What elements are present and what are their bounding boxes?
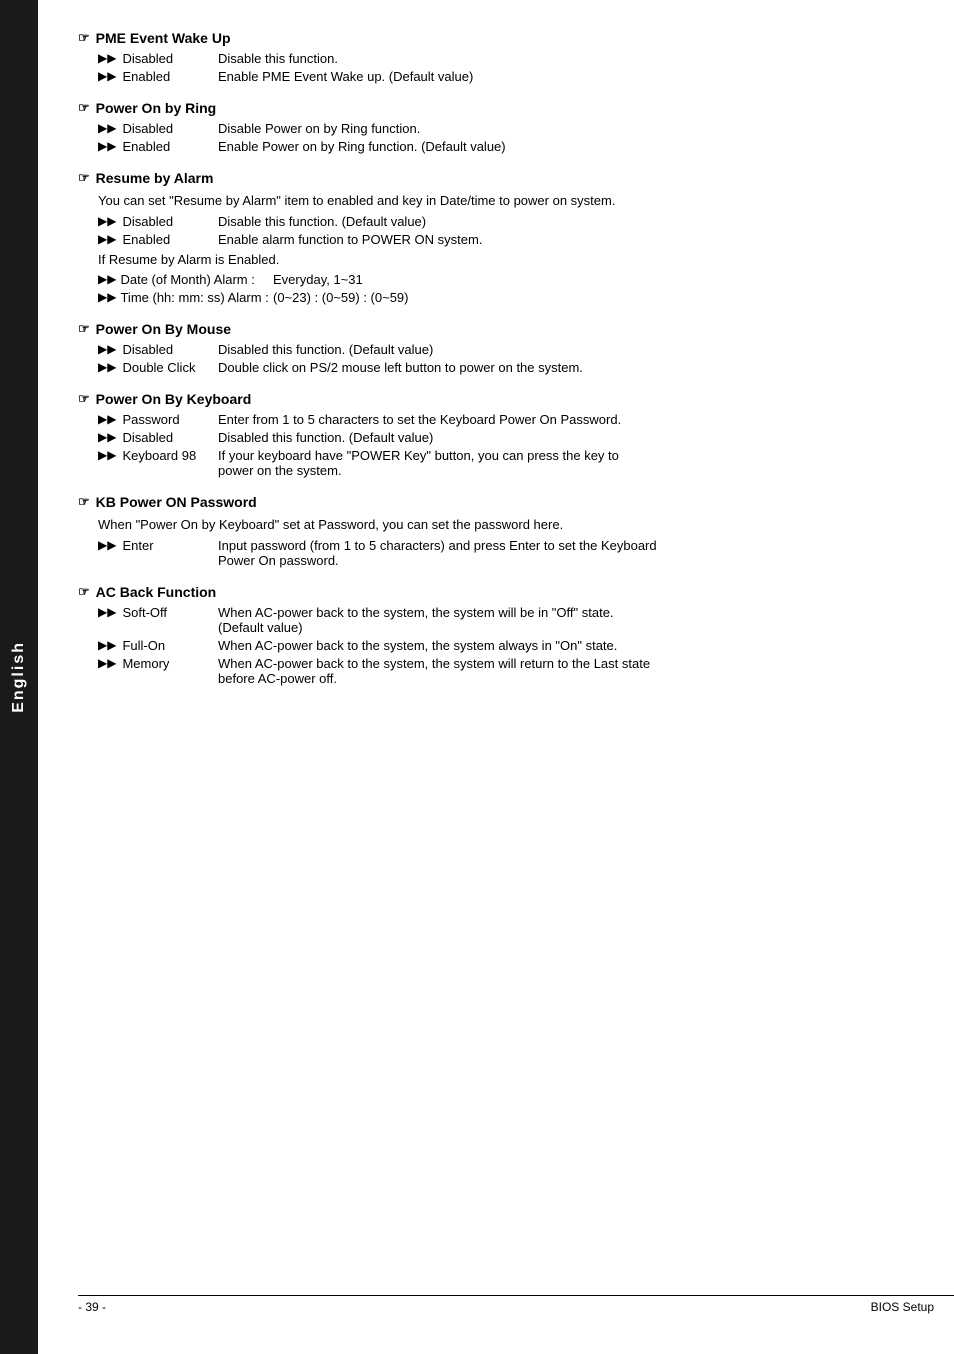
item-keyboard-disabled: ▶▶ Disabled Disabled this function. (Def… [78,430,914,445]
item-label-kb-enter: ▶▶ Enter [98,538,218,553]
section-kb-power-on-password: ☞ KB Power ON Password When "Power On by… [78,494,914,568]
cursor-icon-kb-password: ☞ [78,494,90,510]
item-mouse-disabled: ▶▶ Disabled Disabled this function. (Def… [78,342,914,357]
item-keyboard-password: ▶▶ Password Enter from 1 to 5 characters… [78,412,914,427]
item-kb-enter: ▶▶ Enter Input password (from 1 to 5 cha… [78,538,914,568]
section-title-ac-back: ☞ AC Back Function [78,584,914,600]
main-content: ☞ PME Event Wake Up ▶▶ Disabled Disable … [38,0,954,1354]
item-keyboard-98: ▶▶ Keyboard 98 If your keyboard have "PO… [78,448,914,478]
item-label-pme-enabled: ▶▶ Enabled [98,69,218,84]
section-title-text-alarm: Resume by Alarm [96,170,214,186]
footer-label: BIOS Setup [871,1300,954,1314]
cursor-icon-alarm: ☞ [78,170,90,186]
item-label-ac-memory: ▶▶ Memory [98,656,218,671]
section-title-text-mouse: Power On By Mouse [96,321,231,337]
item-alarm-enabled: ▶▶ Enabled Enable alarm function to POWE… [78,232,914,247]
cursor-icon-keyboard: ☞ [78,391,90,407]
item-desc-mouse-dblclick: Double click on PS/2 mouse left button t… [218,360,914,375]
section-title-alarm: ☞ Resume by Alarm [78,170,914,186]
section-title-kb-password: ☞ KB Power ON Password [78,494,914,510]
item-ac-soft-off: ▶▶ Soft-Off When AC-power back to the sy… [78,605,914,635]
item-ring-disabled: ▶▶ Disabled Disable Power on by Ring fun… [78,121,914,136]
item-ac-memory: ▶▶ Memory When AC-power back to the syst… [78,656,914,686]
item-label-alarm-time: ▶▶ Time (hh: mm: ss) Alarm : [98,290,273,305]
footer: - 39 - BIOS Setup [78,1295,954,1314]
section-title-text-ring: Power On by Ring [96,100,217,116]
alarm-note-2: If Resume by Alarm is Enabled. [78,250,914,270]
section-title-text-pme: PME Event Wake Up [96,30,231,46]
section-title-pme: ☞ PME Event Wake Up [78,30,914,46]
alarm-note-1: You can set "Resume by Alarm" item to en… [78,191,914,211]
section-resume-by-alarm: ☞ Resume by Alarm You can set "Resume by… [78,170,914,305]
section-title-text-keyboard: Power On By Keyboard [96,391,252,407]
item-desc-ring-enabled: Enable Power on by Ring function. (Defau… [218,139,914,154]
item-desc-alarm-disabled: Disable this function. (Default value) [218,214,914,229]
item-label-keyboard-disabled: ▶▶ Disabled [98,430,218,445]
section-ac-back-function: ☞ AC Back Function ▶▶ Soft-Off When AC-p… [78,584,914,686]
item-pme-enabled: ▶▶ Enabled Enable PME Event Wake up. (De… [78,69,914,84]
item-desc-alarm-enabled: Enable alarm function to POWER ON system… [218,232,914,247]
cursor-icon-ring: ☞ [78,100,90,116]
item-label-alarm-disabled: ▶▶ Disabled [98,214,218,229]
item-desc-mouse-disabled: Disabled this function. (Default value) [218,342,914,357]
item-desc-ring-disabled: Disable Power on by Ring function. [218,121,914,136]
section-title-keyboard: ☞ Power On By Keyboard [78,391,914,407]
cursor-icon-pme: ☞ [78,30,90,46]
item-label-ac-soft-off: ▶▶ Soft-Off [98,605,218,620]
item-label-mouse-dblclick: ▶▶ Double Click [98,360,218,375]
item-alarm-date: ▶▶ Date (of Month) Alarm : Everyday, 1~3… [78,272,914,287]
section-pme-event-wake-up: ☞ PME Event Wake Up ▶▶ Disabled Disable … [78,30,914,84]
item-mouse-dblclick: ▶▶ Double Click Double click on PS/2 mou… [78,360,914,375]
section-title-ring: ☞ Power On by Ring [78,100,914,116]
footer-page: - 39 - [78,1300,106,1314]
item-desc-kb-enter: Input password (from 1 to 5 characters) … [218,538,914,568]
cursor-icon-ac-back: ☞ [78,584,90,600]
item-alarm-time: ▶▶ Time (hh: mm: ss) Alarm : (0~23) : (0… [78,290,914,305]
item-ac-full-on: ▶▶ Full-On When AC-power back to the sys… [78,638,914,653]
item-desc-ac-full-on: When AC-power back to the system, the sy… [218,638,914,653]
item-label-keyboard-password: ▶▶ Password [98,412,218,427]
item-label-pme-disabled: ▶▶ Disabled [98,51,218,66]
item-label-ring-enabled: ▶▶ Enabled [98,139,218,154]
item-label-alarm-enabled: ▶▶ Enabled [98,232,218,247]
item-desc-pme-disabled: Disable this function. [218,51,914,66]
item-alarm-disabled: ▶▶ Disabled Disable this function. (Defa… [78,214,914,229]
section-power-on-by-mouse: ☞ Power On By Mouse ▶▶ Disabled Disabled… [78,321,914,375]
item-label-alarm-date: ▶▶ Date (of Month) Alarm : [98,272,273,287]
section-power-on-by-ring: ☞ Power On by Ring ▶▶ Disabled Disable P… [78,100,914,154]
sidebar: English [0,0,38,1354]
item-desc-alarm-time: (0~23) : (0~59) : (0~59) [273,290,914,305]
section-power-on-by-keyboard: ☞ Power On By Keyboard ▶▶ Password Enter… [78,391,914,478]
item-label-mouse-disabled: ▶▶ Disabled [98,342,218,357]
section-title-mouse: ☞ Power On By Mouse [78,321,914,337]
item-desc-pme-enabled: Enable PME Event Wake up. (Default value… [218,69,914,84]
item-pme-disabled: ▶▶ Disabled Disable this function. [78,51,914,66]
cursor-icon-mouse: ☞ [78,321,90,337]
item-desc-keyboard-disabled: Disabled this function. (Default value) [218,430,914,445]
item-desc-keyboard-password: Enter from 1 to 5 characters to set the … [218,412,914,427]
item-ring-enabled: ▶▶ Enabled Enable Power on by Ring funct… [78,139,914,154]
section-title-text-ac-back: AC Back Function [96,584,217,600]
item-label-keyboard-98: ▶▶ Keyboard 98 [98,448,218,463]
item-desc-keyboard-98: If your keyboard have "POWER Key" button… [218,448,914,478]
section-title-text-kb-password: KB Power ON Password [96,494,257,510]
item-desc-alarm-date: Everyday, 1~31 [273,272,914,287]
item-desc-ac-soft-off: When AC-power back to the system, the sy… [218,605,914,635]
item-label-ac-full-on: ▶▶ Full-On [98,638,218,653]
item-desc-ac-memory: When AC-power back to the system, the sy… [218,656,914,686]
kb-password-note: When "Power On by Keyboard" set at Passw… [78,515,914,535]
sidebar-label: English [10,641,28,713]
item-label-ring-disabled: ▶▶ Disabled [98,121,218,136]
